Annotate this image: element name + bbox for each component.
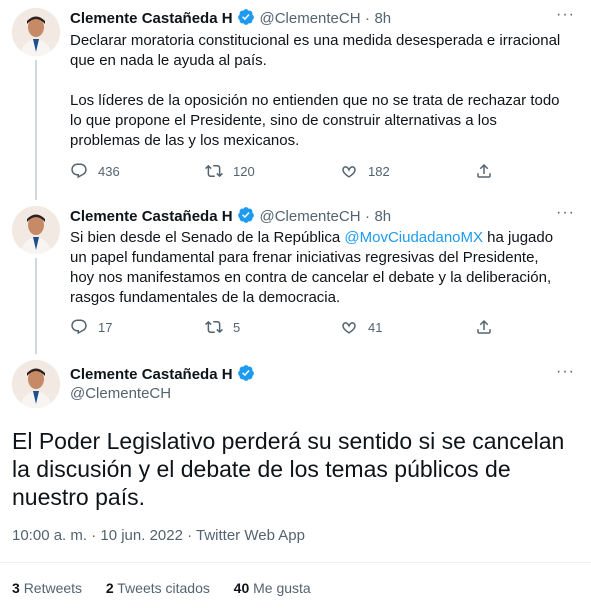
like-icon (342, 322, 356, 334)
mention-link[interactable]: @MovCiudadanoMX (344, 229, 483, 246)
tweet-header: Clemente Castañeda H @ClementeCH · 8h (70, 8, 391, 31)
tweet-actions: 436 120 182 (70, 162, 495, 180)
author-handle[interactable]: @ClementeCH (259, 10, 360, 27)
reply-icon (71, 319, 87, 335)
retweet-count: 5 (233, 319, 241, 335)
more-icon[interactable]: ··· (556, 6, 575, 24)
thread-line (35, 60, 37, 200)
avatar[interactable] (12, 206, 60, 254)
tweet-paragraph: Declarar moratoria constitucional es una… (70, 32, 561, 69)
like-icon (342, 166, 356, 178)
thread-line (35, 258, 37, 354)
retweet-button[interactable]: 5 (205, 318, 315, 336)
more-icon[interactable]: ··· (556, 204, 575, 222)
avatar[interactable] (12, 8, 60, 56)
retweet-count: 120 (233, 163, 255, 179)
verified-badge-icon (237, 8, 255, 31)
retweets-stat[interactable]: 3 Retweets (12, 580, 82, 596)
tweet-stats: 3 Retweets 2 Tweets citados 40 Me gusta (12, 580, 311, 596)
share-button[interactable] (475, 318, 495, 336)
share-icon (477, 163, 491, 178)
avatar[interactable] (12, 360, 60, 408)
main-tweet-author: Clemente Castañeda H (70, 364, 255, 387)
author-handle[interactable]: @ClementeCH (259, 208, 360, 225)
more-icon[interactable]: ··· (556, 363, 575, 381)
reply-count: 17 (98, 319, 113, 335)
tweet-text: Declarar moratoria constitucional es una… (70, 31, 562, 151)
author-name[interactable]: Clemente Castañeda H (70, 366, 233, 383)
tweet-time[interactable]: 8h (374, 208, 391, 225)
author-name[interactable]: Clemente Castañeda H (70, 10, 233, 27)
main-tweet-text: El Poder Legislativo perderá su sentido … (12, 428, 565, 510)
like-button[interactable]: 41 (340, 318, 450, 336)
separator-dot: · (365, 10, 371, 27)
author-name[interactable]: Clemente Castañeda H (70, 208, 233, 225)
reply-button[interactable]: 17 (70, 318, 180, 336)
share-button[interactable] (475, 162, 495, 180)
tweet-text-start: Si bien desde el Senado de la República (70, 229, 345, 246)
retweet-icon (205, 320, 223, 334)
reply-button[interactable]: 436 (70, 162, 180, 180)
tweet-actions: 17 5 41 (70, 318, 495, 336)
tweet-text: Si bien desde el Senado de la República … (70, 228, 562, 308)
tweet-header: Clemente Castañeda H @ClementeCH · 8h (70, 206, 391, 229)
like-button[interactable]: 182 (340, 162, 450, 180)
likes-stat[interactable]: 40 Me gusta (234, 580, 311, 596)
share-icon (477, 319, 491, 334)
like-count: 182 (368, 163, 390, 179)
tweet-time[interactable]: 8h (374, 10, 391, 27)
author-handle[interactable]: @ClementeCH (70, 385, 171, 402)
tweet-paragraph: Los líderes de la oposición no entienden… (70, 92, 560, 149)
tweet-timestamp[interactable]: 10:00 a. m. · 10 jun. 2022 · Twitter Web… (12, 527, 305, 544)
reply-count: 436 (98, 163, 120, 179)
retweet-button[interactable]: 120 (205, 162, 315, 180)
separator-dot: · (365, 208, 371, 225)
reply-icon (71, 163, 87, 179)
quotes-stat[interactable]: 2 Tweets citados (106, 580, 210, 596)
like-count: 41 (368, 319, 383, 335)
verified-badge-icon (237, 364, 255, 387)
divider (0, 562, 591, 563)
retweet-icon (205, 164, 223, 178)
verified-badge-icon (237, 206, 255, 229)
